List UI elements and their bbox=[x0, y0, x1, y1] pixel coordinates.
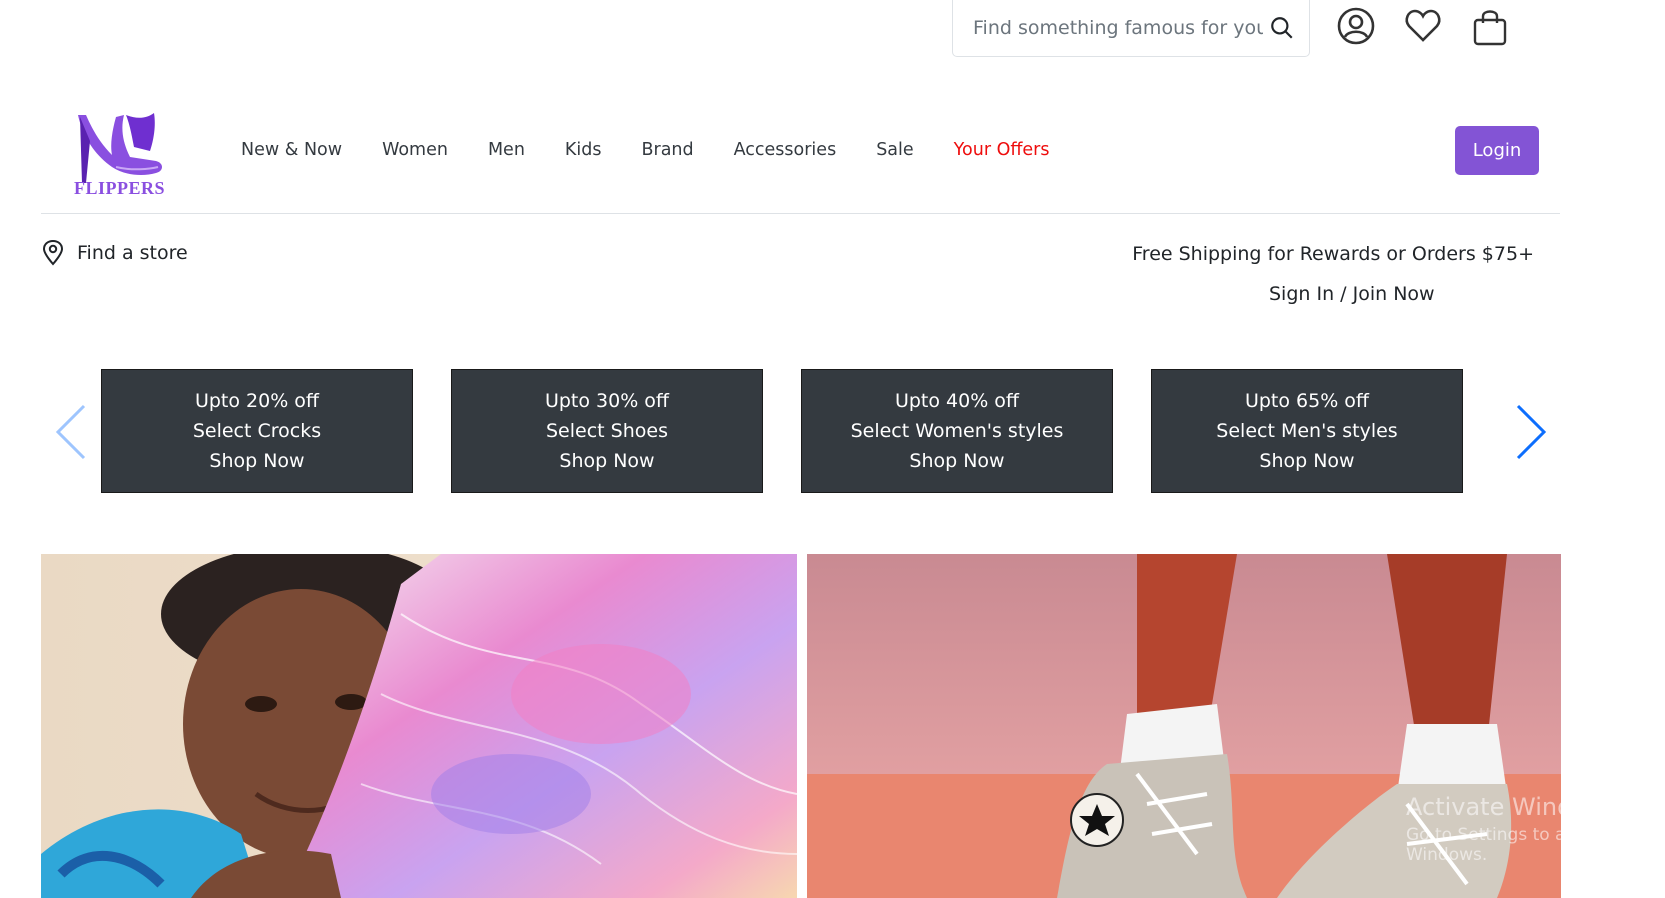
watermark-subtitle: Go to Settings to activate Windows. bbox=[1406, 825, 1624, 865]
nav-item-kids[interactable]: Kids bbox=[565, 140, 602, 160]
nav-item-your-offers[interactable]: Your Offers bbox=[954, 140, 1050, 160]
main-nav: New & Now Women Men Kids Brand Accessori… bbox=[241, 140, 1090, 160]
windows-watermark: Activate Windows Go to Settings to activ… bbox=[1406, 793, 1665, 865]
heart-icon[interactable] bbox=[1403, 6, 1443, 46]
promo-card[interactable]: Upto 65% off Select Men's styles Shop No… bbox=[1151, 369, 1463, 493]
promo-cta: Shop Now bbox=[209, 450, 305, 472]
hero-image-women[interactable] bbox=[41, 554, 797, 898]
promo-discount: Upto 20% off bbox=[194, 390, 320, 412]
nav-item-sale[interactable]: Sale bbox=[876, 140, 913, 160]
nav-item-men[interactable]: Men bbox=[488, 140, 525, 160]
shopping-bag-icon[interactable] bbox=[1470, 6, 1510, 46]
promo-cta: Shop Now bbox=[909, 450, 1005, 472]
sign-in-join-link[interactable]: Sign In / Join Now bbox=[1269, 283, 1435, 305]
find-store-label: Find a store bbox=[77, 242, 188, 264]
carousel-prev-icon[interactable] bbox=[54, 402, 88, 462]
promo-card[interactable]: Upto 40% off Select Women's styles Shop … bbox=[801, 369, 1113, 493]
carousel-next-icon[interactable] bbox=[1514, 402, 1548, 462]
account-icon[interactable] bbox=[1336, 6, 1376, 46]
promo-card[interactable]: Upto 20% off Select Crocks Shop Now bbox=[101, 369, 413, 493]
promo-card[interactable]: Upto 30% off Select Shoes Shop Now bbox=[451, 369, 763, 493]
find-store-link[interactable]: Find a store bbox=[41, 240, 188, 266]
free-shipping-text: Free Shipping for Rewards or Orders $75+ bbox=[1132, 243, 1534, 265]
location-pin-icon bbox=[42, 240, 64, 266]
promo-category: Select Men's styles bbox=[1216, 420, 1398, 442]
header-divider bbox=[41, 213, 1560, 214]
promo-category: Select Women's styles bbox=[850, 420, 1064, 442]
promo-discount: Upto 40% off bbox=[894, 390, 1020, 412]
search-bar bbox=[952, 0, 1310, 57]
nav-item-accessories[interactable]: Accessories bbox=[734, 140, 837, 160]
search-input[interactable] bbox=[973, 17, 1263, 39]
promo-discount: Upto 65% off bbox=[1244, 390, 1370, 412]
login-button[interactable]: Login bbox=[1455, 126, 1539, 175]
promo-category: Select Crocks bbox=[192, 420, 322, 442]
promo-discount: Upto 30% off bbox=[544, 390, 670, 412]
promo-category: Select Shoes bbox=[546, 420, 668, 442]
search-icon[interactable] bbox=[1269, 15, 1295, 41]
nav-item-new-now[interactable]: New & Now bbox=[241, 140, 342, 160]
nav-item-brand[interactable]: Brand bbox=[642, 140, 694, 160]
promo-cta: Shop Now bbox=[559, 450, 655, 472]
promo-cta: Shop Now bbox=[1259, 450, 1355, 472]
nav-item-women[interactable]: Women bbox=[382, 140, 448, 160]
logo-text: FLIPPERS bbox=[74, 178, 166, 198]
watermark-title: Activate Windows bbox=[1406, 793, 1620, 821]
